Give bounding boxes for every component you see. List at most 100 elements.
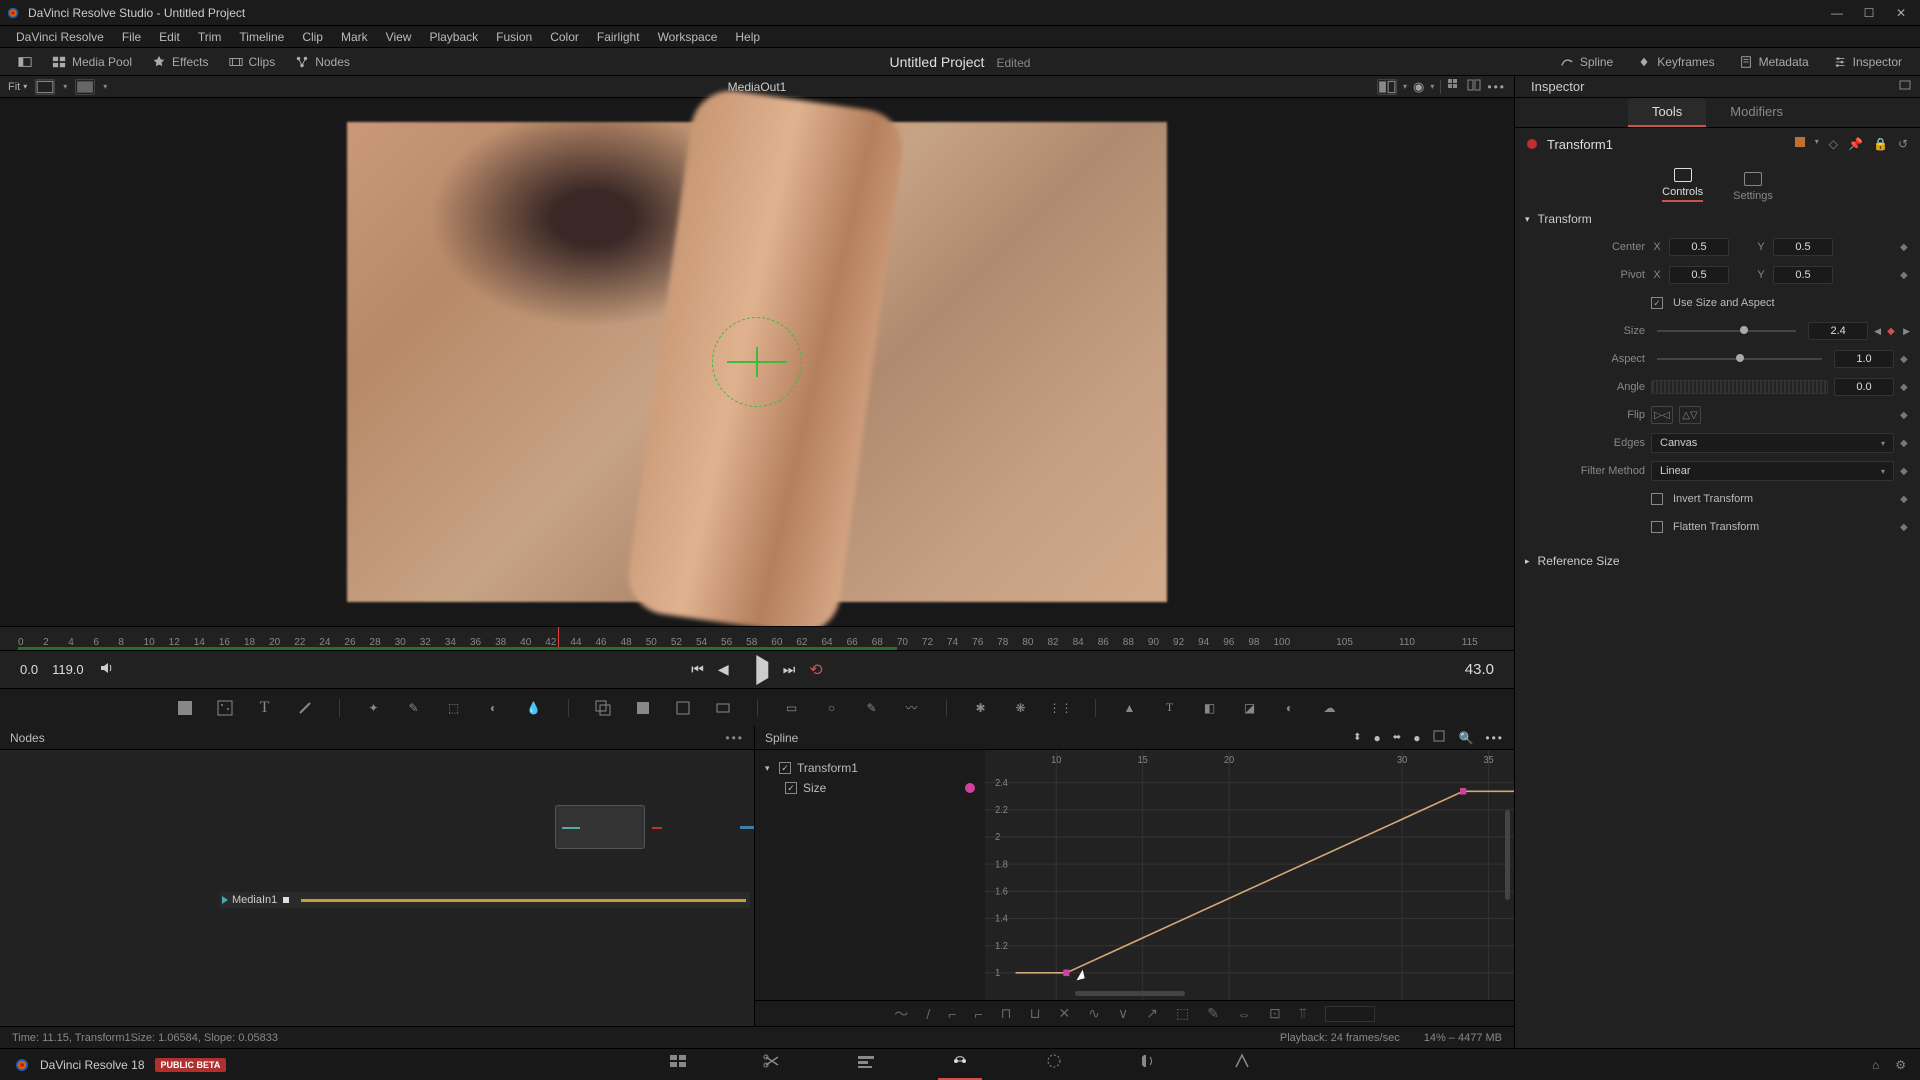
nodes-graph[interactable]: MediaIn1 — [0, 750, 754, 1026]
angle-field[interactable]: 0.0 — [1834, 378, 1894, 396]
node-keyframe-icon[interactable]: ◇ — [1829, 137, 1838, 151]
subtab-controls[interactable]: Controls — [1662, 168, 1703, 202]
section-reference-size[interactable]: ▸Reference Size — [1515, 548, 1920, 574]
clips-button[interactable]: Clips — [219, 52, 286, 72]
menu-help[interactable]: Help — [727, 28, 768, 46]
fastnoise-tool-icon[interactable] — [215, 698, 235, 718]
subtab-settings[interactable]: Settings — [1733, 172, 1773, 202]
aspect-slider[interactable] — [1657, 358, 1822, 360]
project-settings-icon[interactable]: ⚙ — [1895, 1058, 1906, 1072]
node-color-chip-icon[interactable] — [1795, 137, 1805, 147]
spline-zoom-v-icon[interactable]: ⬍ — [1353, 732, 1361, 743]
menu-timeline[interactable]: Timeline — [231, 28, 292, 46]
page-cut[interactable] — [750, 1049, 794, 1080]
viewer-layout-icon[interactable] — [35, 79, 55, 95]
menu-davinci[interactable]: DaVinci Resolve — [8, 28, 112, 46]
tab-tools[interactable]: Tools — [1628, 98, 1706, 127]
node-lock-icon[interactable]: 🔒 — [1873, 137, 1888, 151]
flatten-checkbox[interactable] — [1651, 521, 1663, 533]
spline-stepout-icon[interactable]: ⌐ — [974, 1006, 982, 1022]
transform-tool-icon[interactable] — [633, 698, 653, 718]
page-color[interactable] — [1032, 1049, 1076, 1080]
size-slider[interactable] — [1657, 330, 1796, 332]
menu-trim[interactable]: Trim — [190, 28, 230, 46]
tracker-tool-icon[interactable]: ✦ — [364, 698, 384, 718]
background-tool-icon[interactable] — [175, 698, 195, 718]
text-tool-icon[interactable]: T — [255, 698, 275, 718]
spline-select-icon[interactable]: ⬚ — [1176, 1005, 1189, 1022]
spline-smooth-icon[interactable]: 〜 — [894, 1004, 908, 1024]
spline-step-icon[interactable]: ⌐ — [948, 1006, 956, 1022]
spline-handle-a-icon[interactable]: ● — [1374, 731, 1381, 745]
spline-linear-icon[interactable]: / — [926, 1006, 930, 1022]
menu-workspace[interactable]: Workspace — [650, 28, 726, 46]
viewer-channel-icon[interactable] — [75, 79, 95, 95]
spline-mirror-icon[interactable]: ⇔ — [1237, 1006, 1251, 1022]
spline-fit-icon[interactable] — [1432, 729, 1446, 746]
center-y-field[interactable]: 0.5 — [1773, 238, 1833, 256]
ellipse-mask-icon[interactable]: ○ — [822, 698, 842, 718]
page-fusion[interactable] — [938, 1049, 982, 1080]
pivot-keyframe-icon[interactable]: ◆ — [1900, 270, 1910, 281]
camera3d-tool-icon[interactable]: ◧ — [1200, 698, 1220, 718]
spline-scrollbar-v[interactable] — [1505, 810, 1510, 900]
spline-button[interactable]: Spline — [1550, 52, 1623, 72]
size-field[interactable]: 2.4 — [1808, 322, 1868, 340]
menu-playback[interactable]: Playback — [421, 28, 486, 46]
menu-file[interactable]: File — [114, 28, 149, 46]
shape3d-tool-icon[interactable]: T — [1160, 698, 1180, 718]
paint-tool-icon[interactable] — [295, 698, 315, 718]
inspector-button[interactable]: Inspector — [1823, 52, 1912, 72]
color-picker-icon[interactable]: ◉ — [1413, 79, 1424, 95]
split-view-icon[interactable] — [1467, 78, 1481, 95]
spline-flat-icon[interactable]: ⊓ — [1001, 1005, 1012, 1022]
aspect-keyframe-icon[interactable]: ◆ — [1900, 354, 1910, 365]
loop-button[interactable]: ⟲ — [809, 660, 822, 680]
channel-tool-icon[interactable]: ⬚ — [444, 698, 464, 718]
menu-fusion[interactable]: Fusion — [488, 28, 540, 46]
spline-pingpong-icon[interactable]: ∨ — [1118, 1005, 1128, 1022]
inspector-expand-icon[interactable] — [1898, 78, 1912, 95]
current-frame[interactable]: 43.0 — [1465, 661, 1494, 678]
invert-checkbox[interactable] — [1651, 493, 1663, 505]
spline-scale-icon[interactable]: ⊡ — [1269, 1005, 1281, 1022]
nodes-button[interactable]: Nodes — [285, 52, 360, 72]
merge3d-tool-icon[interactable]: ◪ — [1240, 698, 1260, 718]
node-transform1[interactable] — [555, 805, 645, 849]
resize-tool-icon[interactable] — [673, 698, 693, 718]
prender-tool-icon[interactable]: ❋ — [1011, 698, 1031, 718]
section-transform[interactable]: ▾Transform — [1515, 206, 1920, 232]
viewer-canvas[interactable] — [0, 98, 1514, 626]
edges-keyframe-icon[interactable]: ◆ — [1900, 438, 1910, 449]
mediain-clip[interactable]: MediaIn1 — [220, 892, 750, 908]
aspect-field[interactable]: 1.0 — [1834, 350, 1894, 368]
play-button[interactable] — [757, 662, 769, 678]
timeline-ruler[interactable]: 0246810121416182022242628303234363840424… — [0, 626, 1514, 650]
node-reset-icon[interactable]: ↺ — [1898, 137, 1908, 151]
spline-tree-size[interactable]: ✓ Size — [765, 778, 975, 798]
last-frame-button[interactable]: ⏭ — [783, 661, 796, 678]
page-deliver[interactable] — [1220, 1049, 1264, 1080]
image3d-tool-icon[interactable]: ▲ — [1120, 698, 1140, 718]
blur-tool-icon[interactable]: 💧 — [524, 698, 544, 718]
menu-color[interactable]: Color — [542, 28, 587, 46]
pivot-x-field[interactable]: 0.5 — [1669, 266, 1729, 284]
spline-scrollbar-h[interactable] — [1075, 991, 1185, 996]
pivot-y-field[interactable]: 0.5 — [1773, 266, 1833, 284]
light-tool-icon[interactable]: ◐ — [1280, 698, 1300, 718]
angle-wheel[interactable] — [1651, 380, 1828, 394]
renderer3d-tool-icon[interactable]: ☁ — [1320, 698, 1340, 718]
spline-zoom-h-icon[interactable]: ⬌ — [1393, 732, 1401, 743]
edges-dropdown[interactable]: Canvas▾ — [1651, 433, 1894, 453]
spline-copy-icon[interactable]: ✎ — [1207, 1005, 1219, 1022]
spline-tree-transform1[interactable]: ▾ ✓ Transform1 — [765, 758, 975, 778]
media-pool-button[interactable]: Media Pool — [42, 52, 142, 72]
crop-tool-icon[interactable] — [713, 698, 733, 718]
rectangle-mask-icon[interactable]: ▭ — [782, 698, 802, 718]
minimize-button[interactable]: — — [1830, 6, 1844, 20]
effects-button[interactable]: Effects — [142, 52, 218, 72]
view-mode-a-icon[interactable] — [1377, 79, 1397, 95]
spline-reverse-icon[interactable]: ⊔ — [1030, 1005, 1041, 1022]
invert-keyframe-icon[interactable]: ◆ — [1900, 494, 1910, 505]
color-tool-icon[interactable]: ◐ — [484, 698, 504, 718]
